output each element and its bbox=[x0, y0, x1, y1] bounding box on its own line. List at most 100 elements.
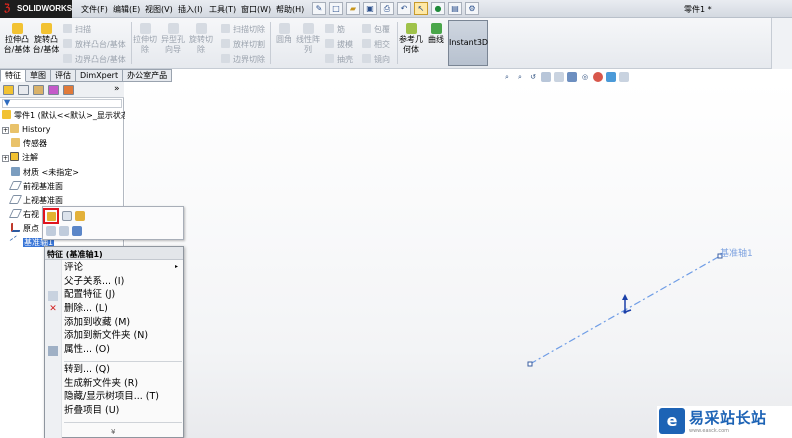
save-icon[interactable]: ▣ bbox=[363, 2, 377, 15]
intersect-button[interactable]: 相交 bbox=[362, 39, 390, 50]
menu-item-add-to-new-folder[interactable]: 添加到新文件夹 (N) bbox=[64, 330, 182, 343]
rollback-icon[interactable] bbox=[75, 211, 85, 221]
menu-item-delete[interactable]: 删除... (L) bbox=[64, 303, 182, 316]
boundary-boss-button[interactable]: 边界凸台/基体 bbox=[63, 54, 126, 65]
tab-sketch[interactable]: 草图 bbox=[26, 69, 51, 82]
loft-boss-button[interactable]: 放样凸台/基体 bbox=[63, 39, 126, 50]
edit-feature-icon[interactable] bbox=[43, 208, 59, 224]
revolve-boss-button[interactable]: 旋转凸台/基体 bbox=[32, 23, 60, 55]
graphics-area[interactable] bbox=[125, 82, 792, 438]
tree-item-history[interactable]: + History bbox=[2, 124, 126, 137]
tree-item-label: 右视 bbox=[23, 210, 39, 219]
tab-dimxpert[interactable]: DimXpert bbox=[76, 69, 124, 82]
hide-icon[interactable] bbox=[46, 226, 56, 236]
rebuild-icon[interactable]: ● bbox=[431, 2, 445, 15]
view-settings-icon[interactable] bbox=[619, 72, 629, 82]
tree-filter-field[interactable]: ▼ bbox=[2, 98, 122, 108]
extrude-boss-button[interactable]: 拉伸凸台/基体 bbox=[3, 23, 31, 55]
revolve-cut-icon bbox=[195, 23, 207, 34]
axis-endpoint-bottom[interactable] bbox=[527, 361, 533, 367]
file-properties-icon[interactable]: ▤ bbox=[448, 2, 462, 15]
edit-appearance-icon[interactable] bbox=[593, 72, 603, 82]
wrap-button[interactable]: 包覆 bbox=[362, 24, 390, 35]
menu-item-add-to-favorites[interactable]: 添加到收藏 (M) bbox=[64, 317, 182, 330]
options-icon[interactable]: ⚙ bbox=[465, 2, 479, 15]
menu-view[interactable]: 视图(V) bbox=[145, 4, 173, 15]
menu-item-comment[interactable]: 评论 bbox=[64, 262, 182, 275]
mirror-button[interactable]: 镜向 bbox=[362, 54, 390, 65]
document-title: 零件1 * bbox=[684, 5, 712, 14]
plane-icon bbox=[8, 181, 23, 190]
menu-window[interactable]: 窗口(W) bbox=[241, 4, 271, 15]
undo-icon[interactable]: ↶ bbox=[397, 2, 411, 15]
expand-icon[interactable]: + bbox=[2, 155, 9, 162]
revolve-cut-button[interactable]: 旋转切除 bbox=[189, 23, 213, 55]
fillet-button[interactable]: 圆角 bbox=[273, 23, 295, 45]
solidworks-logo[interactable]: ℨ SOLIDWORKS bbox=[0, 0, 72, 18]
axis-label: 基准轴1 bbox=[720, 249, 753, 259]
rib-button[interactable]: 筋 bbox=[325, 24, 345, 35]
menu-tools[interactable]: 工具(T) bbox=[209, 4, 236, 15]
tree-item-sensors[interactable]: 传感器 bbox=[11, 138, 135, 151]
menu-edit[interactable]: 编辑(E) bbox=[113, 4, 140, 15]
zoom-to-area-icon[interactable]: ⌕ bbox=[515, 72, 525, 82]
menu-insert[interactable]: 插入(I) bbox=[178, 4, 203, 15]
normal-to-icon[interactable] bbox=[72, 226, 82, 236]
axis-icon bbox=[9, 235, 22, 248]
command-manager: 拉伸凸台/基体 旋转凸台/基体 扫描 放样凸台/基体 边界凸台/基体 拉伸切除 … bbox=[0, 18, 792, 69]
zoom-to-fit-icon[interactable]: ⌕ bbox=[502, 72, 512, 82]
boundary-cut-button[interactable]: 边界切除 bbox=[221, 54, 265, 65]
menu-item-properties[interactable]: 属性... (O) bbox=[64, 344, 182, 357]
curves-button[interactable]: 曲线 bbox=[426, 23, 446, 45]
hide-show-items-icon[interactable]: ◎ bbox=[580, 72, 590, 82]
menu-item-hide-show-tree-items[interactable]: 隐藏/显示树项目... (T) bbox=[64, 391, 182, 404]
menu-item-configure-feature[interactable]: 配置特征 (J) bbox=[64, 289, 182, 302]
open-folder-icon[interactable]: ▰ bbox=[346, 2, 360, 15]
dimxpert-manager-tab-icon[interactable] bbox=[48, 85, 59, 95]
menu-item-collapse-items[interactable]: 折叠项目 (U) bbox=[64, 405, 182, 418]
pin-icon[interactable]: ✎ bbox=[312, 2, 326, 15]
view-orientation-icon[interactable] bbox=[554, 72, 564, 82]
menu-file[interactable]: 文件(F) bbox=[81, 4, 108, 15]
more-tabs-icon[interactable]: » bbox=[114, 84, 120, 94]
reference-geometry-label: 参考几何体 bbox=[399, 35, 423, 54]
menu-item-go-to[interactable]: 转到... (Q) bbox=[64, 364, 182, 377]
print-icon[interactable]: ⎙ bbox=[380, 2, 394, 15]
select-pointer-icon[interactable]: ↖ bbox=[414, 2, 428, 15]
tab-features[interactable]: 特征 bbox=[0, 69, 26, 82]
tree-item-front-plane[interactable]: 前视基准面 bbox=[8, 181, 135, 194]
draft-button[interactable]: 拔模 bbox=[325, 39, 353, 50]
shell-button[interactable]: 抽壳 bbox=[325, 54, 353, 65]
sweep-label: 扫描 bbox=[75, 25, 91, 34]
apply-scene-icon[interactable] bbox=[606, 72, 616, 82]
previous-view-icon[interactable]: ↺ bbox=[528, 72, 538, 82]
extrude-cut-button[interactable]: 拉伸切除 bbox=[133, 23, 157, 55]
display-style-icon[interactable] bbox=[567, 72, 577, 82]
tree-item-annotations[interactable]: + 注解 bbox=[2, 152, 126, 165]
menu-help[interactable]: 帮助(H) bbox=[276, 4, 304, 15]
menu-item-create-new-folder[interactable]: 生成新文件夹 (R) bbox=[64, 378, 182, 391]
loft-cut-button[interactable]: 放样切割 bbox=[221, 39, 265, 50]
sweep-button[interactable]: 扫描 bbox=[63, 24, 91, 35]
linear-pattern-button[interactable]: 线性阵列 bbox=[296, 23, 320, 55]
instant3d-button[interactable]: Instant3D bbox=[448, 20, 488, 66]
tab-evaluate[interactable]: 评估 bbox=[51, 69, 76, 82]
zoom-to-selection-icon[interactable] bbox=[59, 226, 69, 236]
suppress-icon[interactable] bbox=[62, 211, 72, 221]
section-view-icon[interactable] bbox=[541, 72, 551, 82]
display-manager-tab-icon[interactable] bbox=[63, 85, 74, 95]
feature-tree-tab-icon[interactable] bbox=[3, 85, 14, 95]
sweep-cut-button[interactable]: 扫描切除 bbox=[221, 24, 265, 35]
quick-access-toolbar: ✎ □ ▰ ▣ ⎙ ↶ ↖ ● ▤ ⚙ bbox=[312, 2, 479, 16]
expand-icon[interactable]: + bbox=[2, 127, 9, 134]
tree-item-material[interactable]: 材质 <未指定> bbox=[11, 167, 135, 180]
tab-office-products[interactable]: 办公室产品 bbox=[123, 69, 173, 82]
menu-expand-icon[interactable]: ¥ bbox=[111, 428, 115, 436]
tree-root-part[interactable]: 零件1 (默认<<默认>_显示状态 bbox=[2, 110, 129, 123]
property-manager-tab-icon[interactable] bbox=[18, 85, 29, 95]
hole-wizard-button[interactable]: 异型孔向导 bbox=[160, 23, 186, 55]
configuration-manager-tab-icon[interactable] bbox=[33, 85, 44, 95]
reference-geometry-button[interactable]: 参考几何体 bbox=[399, 23, 423, 55]
menu-item-parent-child[interactable]: 父子关系... (I) bbox=[64, 276, 182, 289]
new-document-icon[interactable]: □ bbox=[329, 2, 343, 15]
